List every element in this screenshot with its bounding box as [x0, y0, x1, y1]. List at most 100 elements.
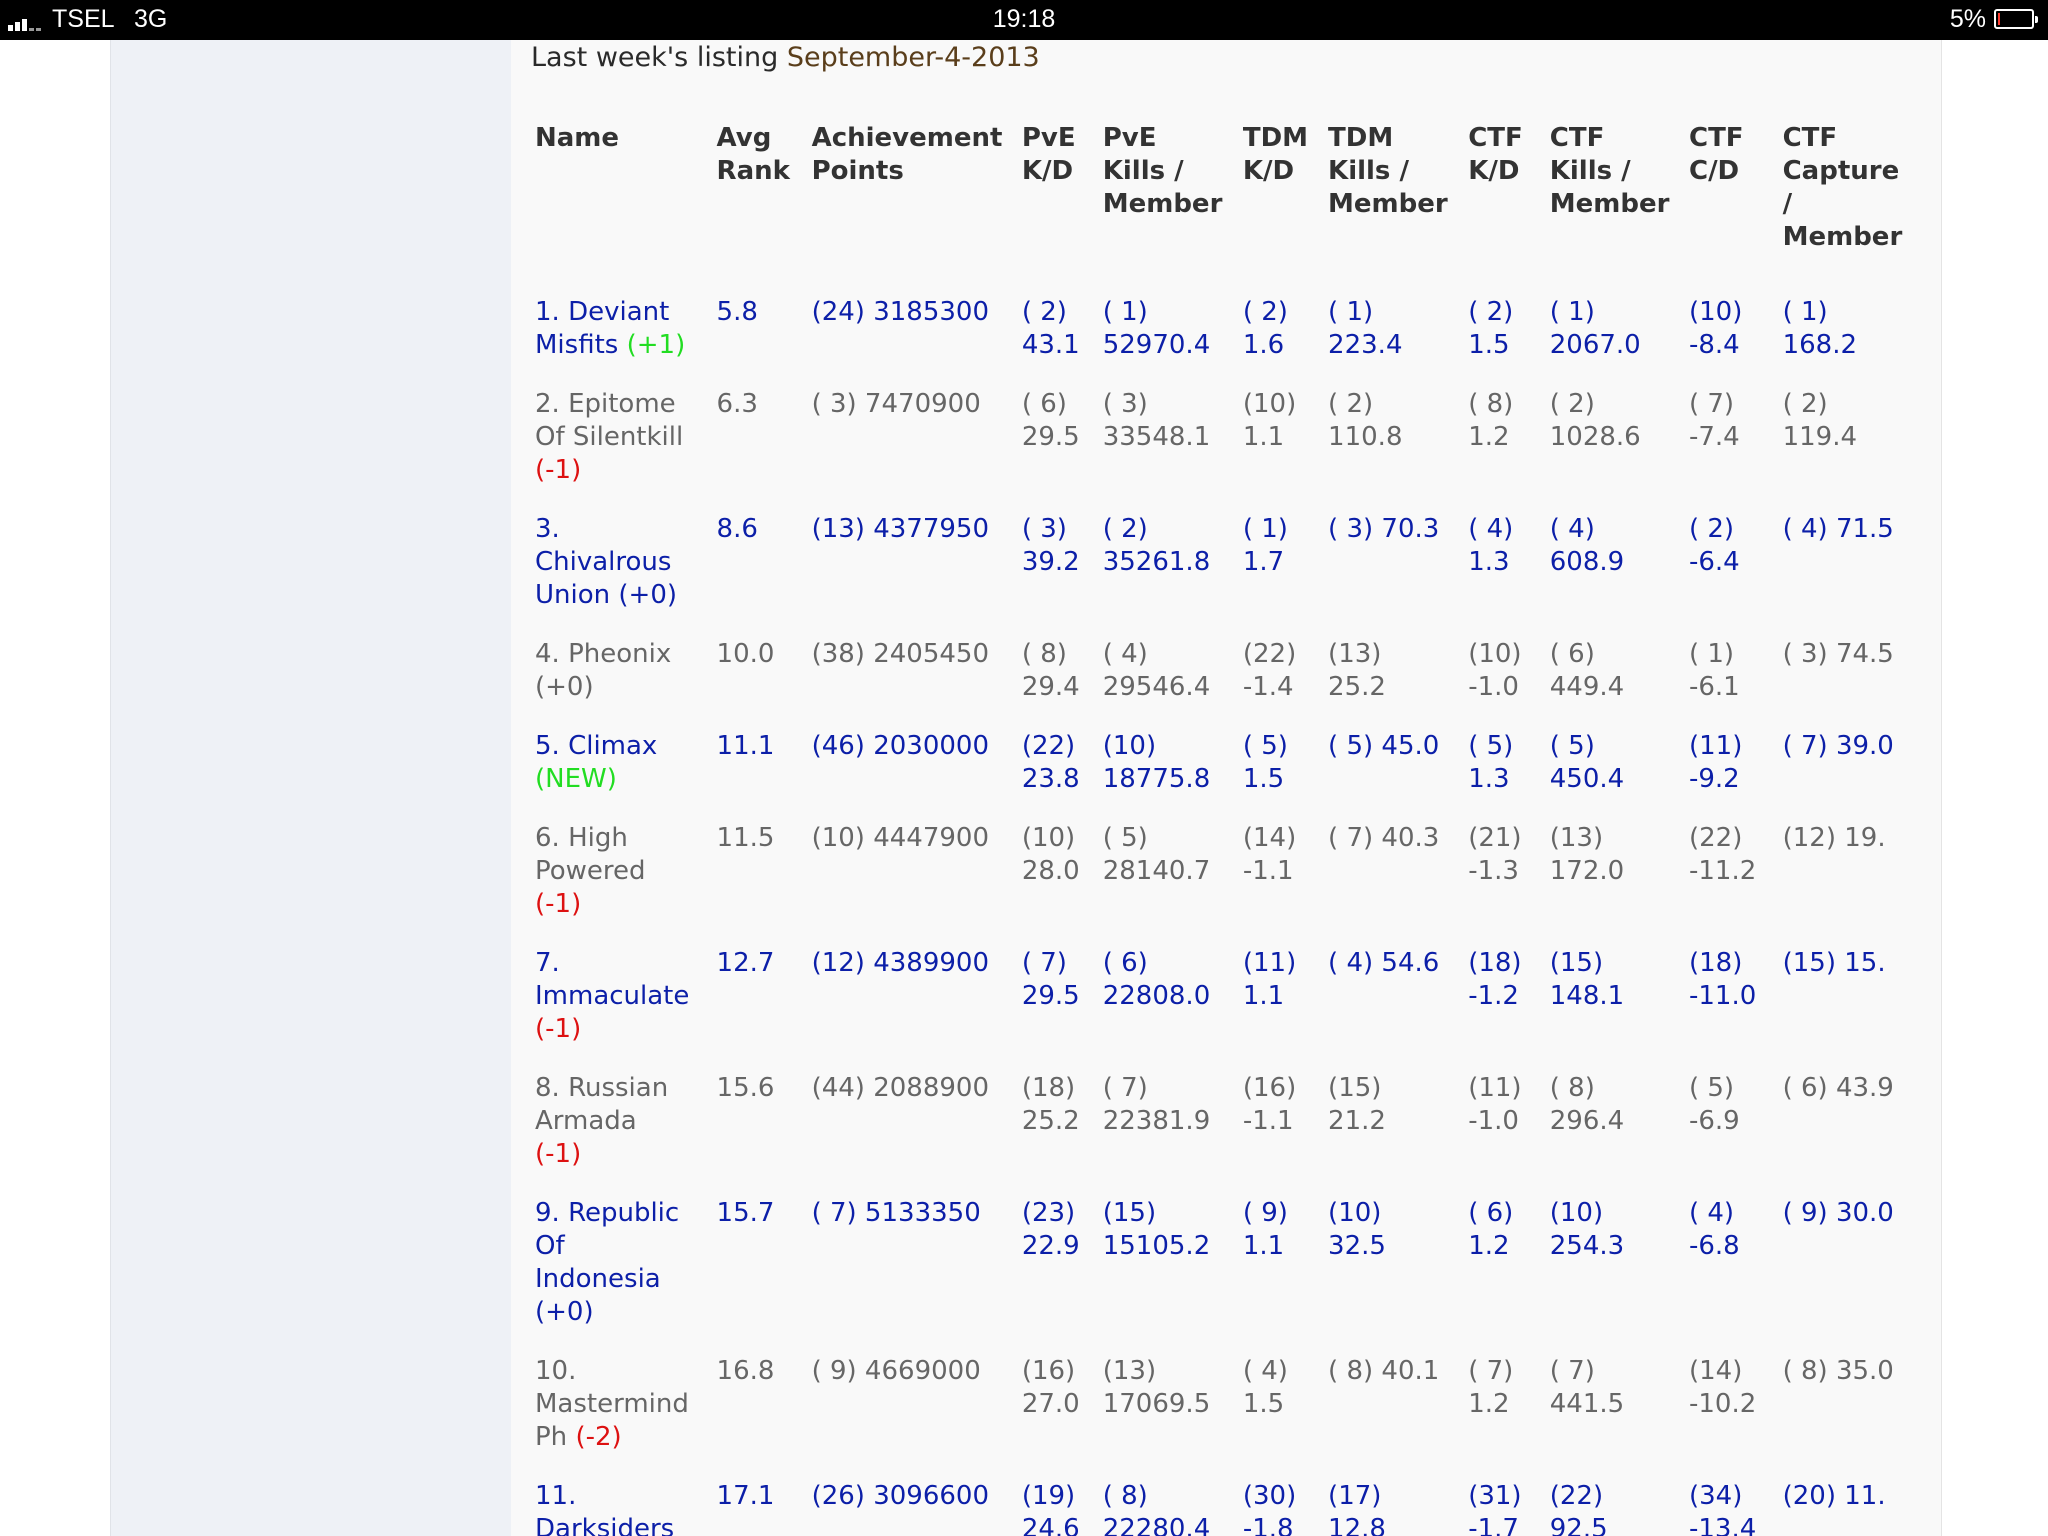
- guild-name-line[interactable]: 3.: [535, 514, 560, 544]
- guild-name-cell[interactable]: 3. Chivalrous Union (+0): [535, 513, 717, 638]
- stat-value: (15) 15.: [1782, 948, 1886, 978]
- guild-name-line[interactable]: Of Silentkill: [535, 422, 683, 452]
- stat-cell-ctf-cd: (34) -13.4: [1689, 1480, 1783, 1536]
- stat-cell-achievement-points: (24) 3185300: [812, 296, 1022, 388]
- guild-name-cell[interactable]: 5. Climax (NEW): [535, 730, 717, 822]
- stat-value: ( 2): [1468, 297, 1514, 327]
- table-row[interactable]: 9. Republic Of Indonesia (+0) 15.7( 7) 51333…: [535, 1197, 1921, 1355]
- guild-name-cell[interactable]: 8. Russian Armada (-1): [535, 1072, 717, 1197]
- table-row[interactable]: 3. Chivalrous Union (+0) 8.6 (13) 4377950( 3…: [535, 513, 1921, 638]
- stat-value: (18): [1688, 948, 1743, 978]
- stat-cell-ctf-kd: (10) -1.0: [1468, 638, 1550, 730]
- stat-value: (10) 4447900: [811, 823, 990, 853]
- stat-value: ( 1): [1688, 639, 1735, 669]
- table-row[interactable]: 10. Mastermind Ph (-2) 16.8( 9) 4669000 (16)…: [535, 1355, 1921, 1480]
- stat-value: 17.1: [716, 1481, 775, 1511]
- guild-name-line[interactable]: Immaculate: [535, 981, 689, 1011]
- column-header-name: Name: [535, 122, 717, 296]
- column-header-line: Member: [1549, 189, 1670, 219]
- table-row[interactable]: 8. Russian Armada (-1) 15.6 (44) 2088900 (18)…: [535, 1072, 1921, 1197]
- stat-cell-pve-kd: (10) 28.0: [1022, 822, 1103, 947]
- table-row[interactable]: 2. Epitome Of Silentkill (-1) 6.3( 3) 74709…: [535, 388, 1921, 513]
- guild-name-line[interactable]: Ph: [535, 1422, 567, 1452]
- guild-name-line[interactable]: 9. Republic: [535, 1198, 679, 1228]
- table-row[interactable]: 7. Immaculate (-1) 12.7 (12) 4389900( 7) 29.5…: [535, 947, 1921, 1072]
- stat-value: -11.0: [1688, 981, 1757, 1011]
- guild-name-cell[interactable]: 4. Pheonix (+0): [535, 638, 717, 730]
- column-header-line: CTF: [1468, 123, 1523, 153]
- stat-value: ( 2): [1242, 297, 1288, 327]
- guild-name-line[interactable]: 6. High: [535, 823, 628, 853]
- guild-name-line[interactable]: 1. Deviant: [535, 297, 669, 327]
- stat-cell-ctf-kd: ( 5) 1.3: [1468, 730, 1550, 822]
- stat-cell-tdm-kills-per-member: ( 4) 54.6: [1328, 947, 1468, 1072]
- table-row[interactable]: 5. Climax (NEW) 11.1 (46) 2030000 (22) 23.8 (1…: [535, 730, 1921, 822]
- stat-value: 450.4: [1549, 764, 1625, 794]
- stat-value: 32.5: [1328, 1231, 1386, 1261]
- stat-value: ( 3): [1021, 514, 1067, 544]
- guild-name-cell[interactable]: 11. Darksiders: [535, 1480, 717, 1536]
- guild-name-line[interactable]: Chivalrous: [535, 547, 671, 577]
- guild-name-cell[interactable]: 2. Epitome Of Silentkill (-1): [535, 388, 717, 513]
- stat-value: 12.7: [716, 948, 775, 978]
- stat-value: ( 1): [1328, 297, 1374, 327]
- guild-name-line[interactable]: 10.: [535, 1356, 576, 1386]
- stat-cell-ctf-kd: ( 6) 1.2: [1468, 1197, 1550, 1355]
- stat-value: ( 2): [1328, 389, 1374, 419]
- stat-value: (22): [1242, 639, 1297, 669]
- stat-value: (22): [1549, 1481, 1604, 1511]
- stat-cell-ctf-kills-per-member: ( 7) 441.5: [1550, 1355, 1689, 1480]
- table-row[interactable]: 4. Pheonix (+0) 10.0 (38) 2405450( 8) 29.4( …: [535, 638, 1921, 730]
- stat-value: -1.4: [1242, 672, 1294, 702]
- guild-name-line[interactable]: Powered: [535, 856, 646, 886]
- column-header-line: K/D: [1021, 156, 1074, 186]
- guild-name-line[interactable]: Mastermind: [535, 1389, 689, 1419]
- main-content[interactable]: Last week's listing September-4-2013 Nam…: [511, 40, 1942, 1536]
- stat-value: 11.5: [716, 823, 775, 853]
- stat-value: -6.4: [1688, 547, 1740, 577]
- guild-name-cell[interactable]: 6. High Powered (-1): [535, 822, 717, 947]
- stat-value: ( 1): [1549, 297, 1595, 327]
- stat-cell-pve-kd: (16) 27.0: [1022, 1355, 1103, 1480]
- stat-value: (11): [1242, 948, 1297, 978]
- stat-value: (14): [1688, 1356, 1743, 1386]
- stat-value: 22381.9: [1102, 1106, 1211, 1136]
- stat-cell-ctf-capture-per-member: ( 4) 71.5: [1783, 513, 1921, 638]
- guild-name-cell[interactable]: 9. Republic Of Indonesia (+0): [535, 1197, 717, 1355]
- guild-name-line[interactable]: 4. Pheonix: [535, 639, 671, 669]
- rank-change-badge: (+0): [535, 672, 594, 702]
- guild-name-line[interactable]: 5. Climax: [535, 731, 657, 761]
- guild-name-line[interactable]: Union: [535, 580, 610, 610]
- stat-value: (12) 19.: [1782, 823, 1886, 853]
- stat-value: ( 6): [1549, 639, 1595, 669]
- guild-name-line[interactable]: Darksiders: [535, 1514, 674, 1536]
- guild-name-line[interactable]: Armada: [535, 1106, 637, 1136]
- guild-name-line[interactable]: Of: [535, 1231, 565, 1261]
- stat-cell-achievement-points: (12) 4389900: [812, 947, 1022, 1072]
- guild-name-cell[interactable]: 7. Immaculate (-1): [535, 947, 717, 1072]
- stat-value: 27.0: [1021, 1389, 1080, 1419]
- guild-name-cell[interactable]: 10. Mastermind Ph (-2): [535, 1355, 717, 1480]
- stat-value: 15105.2: [1102, 1231, 1211, 1261]
- table-row[interactable]: 6. High Powered (-1) 11.5 (10) 4447900 (10) 28…: [535, 822, 1921, 947]
- guild-name-line[interactable]: 8. Russian: [535, 1073, 668, 1103]
- column-header-line: C/D: [1688, 156, 1740, 186]
- stat-cell-pve-kills-per-member: ( 2) 35261.8: [1103, 513, 1243, 638]
- stat-cell-ctf-capture-per-member: ( 1) 168.2: [1783, 296, 1921, 388]
- table-row[interactable]: 11. Darksiders 17.1 (26) 3096600 (19) 24.6 ( 8…: [535, 1480, 1921, 1536]
- ranking-table-viewport[interactable]: Name Avg Rank Achievement Points PvE K/D PvE Kil…: [511, 40, 1921, 1536]
- stat-cell-pve-kd: ( 6) 29.5: [1022, 388, 1103, 513]
- guild-name-line[interactable]: Indonesia: [535, 1264, 661, 1294]
- stat-value: 15.7: [716, 1198, 775, 1228]
- stat-cell-pve-kills-per-member: ( 5) 28140.7: [1103, 822, 1243, 947]
- guild-name-line[interactable]: 7.: [535, 948, 560, 978]
- stat-value: 12.8: [1328, 1514, 1386, 1536]
- column-header-pve-kd: PvE K/D: [1022, 122, 1103, 296]
- guild-name-line[interactable]: 11.: [535, 1481, 576, 1511]
- stat-value: -7.4: [1688, 422, 1740, 452]
- guild-name-cell[interactable]: 1. Deviant Misfits (+1): [535, 296, 717, 388]
- guild-name-line[interactable]: 2. Epitome: [535, 389, 676, 419]
- stat-value: 148.1: [1549, 981, 1625, 1011]
- guild-name-line[interactable]: Misfits: [535, 330, 618, 360]
- table-row[interactable]: 1. Deviant Misfits (+1) 5.8 (24) 3185300( 2…: [535, 296, 1921, 388]
